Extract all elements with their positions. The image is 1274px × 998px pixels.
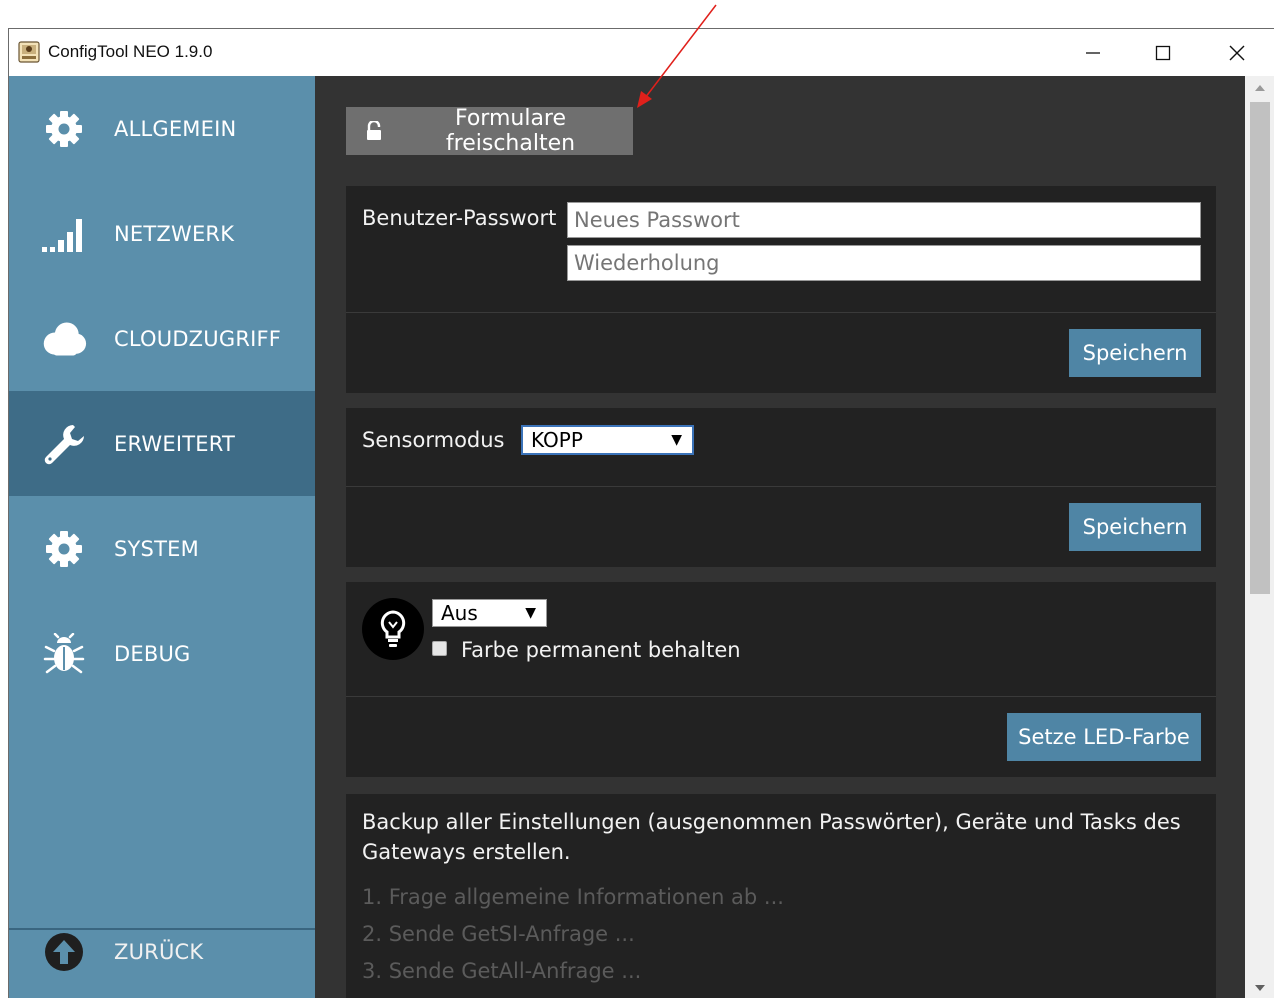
panel-divider: [346, 486, 1216, 487]
led-mode-select[interactable]: Aus ▼: [432, 599, 547, 627]
close-button[interactable]: [1202, 29, 1272, 76]
scroll-up-icon[interactable]: [1245, 78, 1274, 98]
scroll-down-icon[interactable]: [1245, 978, 1274, 998]
sidebar-item-netzwerk[interactable]: NETZWERK: [9, 181, 315, 286]
password-panel: Benutzer-Passwort Speichern: [346, 186, 1216, 393]
signal-bars-icon: [41, 211, 87, 257]
app-icon: [18, 41, 40, 63]
sidebar-item-erweitert[interactable]: ERWEITERT: [9, 391, 315, 496]
bug-icon: [41, 631, 87, 677]
unlock-icon: [366, 121, 382, 141]
backup-description-line2: Gateways erstellen.: [362, 840, 571, 864]
wrench-icon: [41, 421, 87, 467]
password-label: Benutzer-Passwort: [362, 206, 557, 230]
maximize-icon: [1155, 45, 1171, 60]
chevron-down-icon: ▼: [525, 605, 536, 621]
panel-divider: [346, 696, 1216, 697]
keep-color-checkbox[interactable]: [432, 641, 447, 656]
save-password-button[interactable]: Speichern: [1069, 329, 1201, 377]
gear-icon: [41, 526, 87, 572]
minimize-button[interactable]: [1058, 29, 1128, 76]
new-password-field[interactable]: [567, 202, 1201, 238]
scroll-thumb[interactable]: [1250, 102, 1270, 594]
chevron-down-icon: ▼: [671, 432, 682, 448]
minimize-icon: [1086, 51, 1100, 54]
led-panel: Aus ▼ Farbe permanent behalten Setze LED…: [346, 582, 1216, 777]
sidebar-nav: ALLGEMEIN NETZWERK CLOUDZUGRIFF ERWEITER…: [9, 76, 315, 998]
title-bar: ConfigTool NEO 1.9.0: [9, 29, 1274, 76]
window-title: ConfigTool NEO 1.9.0: [48, 42, 213, 61]
sensor-mode-label: Sensormodus: [362, 428, 505, 452]
sensor-panel: Sensormodus KOPP ▼ Speichern: [346, 408, 1216, 567]
sidebar-item-cloudzugriff[interactable]: CLOUDZUGRIFF: [9, 286, 315, 391]
sidebar-item-label: SYSTEM: [114, 536, 199, 561]
sidebar-item-allgemein[interactable]: ALLGEMEIN: [9, 76, 315, 181]
set-led-color-button[interactable]: Setze LED-Farbe: [1007, 713, 1201, 761]
back-button[interactable]: ZURÜCK: [9, 913, 315, 991]
back-label: ZURÜCK: [114, 940, 204, 964]
sidebar-item-label: ALLGEMEIN: [114, 116, 237, 141]
save-sensor-button[interactable]: Speichern: [1069, 503, 1201, 551]
sidebar-item-label: NETZWERK: [114, 221, 235, 246]
app-window: ConfigTool NEO 1.9.0 ALLGEMEIN NETZWERK …: [8, 28, 1274, 998]
gear-icon: [41, 106, 87, 152]
backup-description-line1: Backup aller Einstellungen (ausgenommen …: [362, 810, 1181, 834]
close-icon: [1229, 45, 1245, 60]
sidebar-item-debug[interactable]: DEBUG: [9, 601, 315, 706]
led-mode-value: Aus: [441, 601, 478, 625]
sensor-mode-value: KOPP: [531, 428, 583, 452]
sensor-mode-select[interactable]: KOPP ▼: [521, 425, 694, 455]
main-content: Formulare freischalten Benutzer-Passwort…: [315, 76, 1245, 998]
repeat-password-field[interactable]: [567, 245, 1201, 281]
unlock-forms-label: Formulare freischalten: [445, 106, 576, 156]
keep-color-label: Farbe permanent behalten: [461, 638, 741, 662]
backup-panel: Backup aller Einstellungen (ausgenommen …: [346, 794, 1216, 998]
vertical-scrollbar[interactable]: [1245, 76, 1274, 998]
backup-step-2: 2. Sende GetSI-Anfrage ...: [362, 922, 635, 946]
cloud-icon: [41, 316, 87, 362]
backup-step-3: 3. Sende GetAll-Anfrage ...: [362, 959, 642, 983]
lightbulb-icon: [362, 598, 424, 660]
maximize-button[interactable]: [1128, 29, 1198, 76]
sidebar-item-system[interactable]: SYSTEM: [9, 496, 315, 601]
panel-divider: [346, 312, 1216, 313]
unlock-forms-button[interactable]: Formulare freischalten: [346, 106, 633, 156]
arrow-up-circle-icon: [41, 929, 87, 975]
backup-step-1: 1. Frage allgemeine Informationen ab ...: [362, 885, 784, 909]
sidebar-item-label: DEBUG: [114, 641, 191, 666]
sidebar-item-label: CLOUDZUGRIFF: [114, 326, 282, 351]
sidebar-item-label: ERWEITERT: [114, 431, 236, 456]
